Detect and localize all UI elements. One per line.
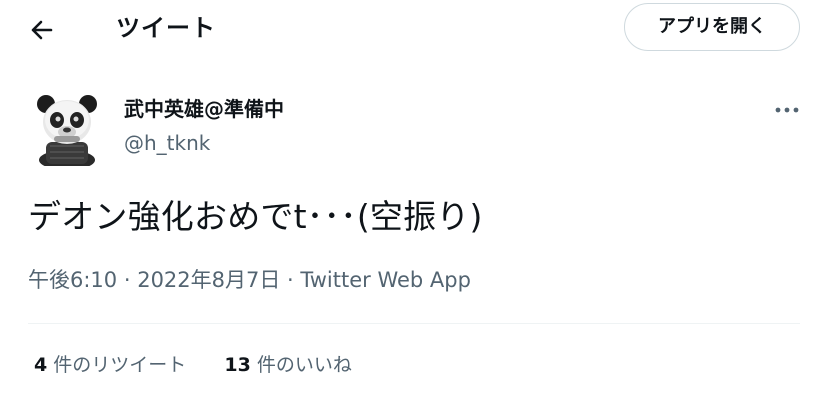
likes-count: 13 [224, 354, 251, 376]
header: ツイート アプリを開く [0, 0, 828, 60]
meta-separator: · [117, 268, 138, 292]
likes-stat[interactable]: 13 件のいいね [224, 352, 352, 378]
page-title: ツイート [116, 14, 216, 42]
more-horizontal-icon [775, 107, 799, 113]
tweet-meta: 午後6:10 · 2022年8月7日 · Twitter Web App [28, 266, 471, 294]
likes-label: 件のいいね [256, 354, 352, 376]
display-name[interactable]: 武中英雄@準備中 [124, 96, 284, 122]
user-handle[interactable]: @h_tknk [124, 130, 210, 156]
divider [28, 323, 800, 324]
meta-separator: · [280, 268, 301, 292]
arrow-left-icon [31, 20, 53, 40]
avatar[interactable] [32, 90, 102, 166]
tweet-text: デオン強化おめでt･･･(空振り) [28, 197, 483, 236]
retweets-label: 件のリツイート [53, 354, 187, 376]
back-button[interactable] [26, 14, 58, 46]
open-app-button[interactable]: アプリを開く [624, 3, 800, 51]
tweet-time[interactable]: 午後6:10 [28, 268, 117, 292]
tweet-stats: 4 件のリツイート 13 件のいいね [34, 352, 352, 378]
retweets-stat[interactable]: 4 件のリツイート [34, 352, 186, 378]
panda-avatar-icon [37, 95, 97, 166]
tweet-date[interactable]: 2022年8月7日 [137, 268, 280, 292]
retweets-count: 4 [34, 354, 48, 376]
tweet-source[interactable]: Twitter Web App [300, 268, 471, 292]
more-button[interactable] [772, 100, 802, 120]
